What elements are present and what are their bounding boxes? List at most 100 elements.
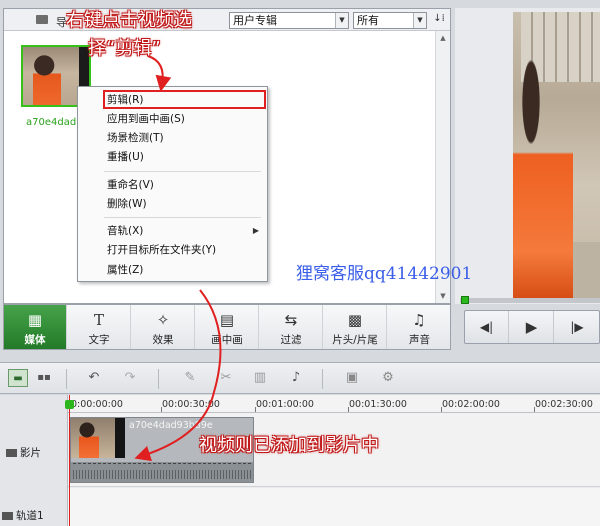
tab-effects[interactable]: ✧ 效果	[132, 305, 195, 349]
tab-text[interactable]: T 文字	[68, 305, 131, 349]
menu-item-rename[interactable]: 重命名(V)	[78, 176, 267, 194]
pip-icon: ▤	[219, 311, 235, 329]
album-select[interactable]: 用户专辑 ▼	[229, 12, 349, 29]
toolbar-separator	[322, 369, 323, 389]
filter-select-value: 所有	[357, 14, 379, 27]
play-button[interactable]: ▶	[510, 311, 554, 343]
ruler-tick	[255, 407, 256, 412]
overlay-track-1[interactable]	[68, 488, 600, 526]
ruler-tick	[348, 407, 349, 412]
dancer-figure	[79, 422, 99, 458]
storyboard-view-icon[interactable]: ▪▪	[34, 369, 54, 387]
menu-item-label: 音轨(X)	[107, 225, 144, 237]
settings-icon[interactable]: ⚙	[378, 369, 398, 387]
clip-thumbnail	[71, 418, 125, 458]
ruler-tick-label: 00:02:00:00	[442, 399, 500, 410]
track-label: 影片	[20, 447, 41, 459]
menu-item-label: 场景检测(T)	[107, 132, 164, 144]
menu-item-audio-track[interactable]: 音轨(X) ▶	[78, 222, 267, 240]
tab-sound[interactable]: ♫ 声音	[388, 305, 451, 349]
time-ruler[interactable]: 0:00:00:00 00:00:30:00 00:01:00:00 00:01…	[68, 395, 600, 413]
next-frame-button[interactable]: |▶	[555, 311, 599, 343]
menu-separator	[104, 217, 261, 218]
tab-pip[interactable]: ▤ 画中画	[196, 305, 259, 349]
preview-progress-handle[interactable]	[461, 296, 469, 304]
clapper-icon: ▩	[347, 311, 363, 329]
instruction-step-2: 视频则已添加到影片中	[199, 435, 379, 456]
magic-wand-icon: ✧	[156, 311, 170, 329]
playhead-line[interactable]	[69, 395, 70, 526]
function-tabs: ▦ 媒体 T 文字 ✧ 效果 ▤ 画中画 ⇆ 过滤 ▩ 片头/片尾 ♫ 声音	[3, 304, 451, 350]
ruler-tick-label: 00:01:30:00	[349, 399, 407, 410]
scroll-up-icon[interactable]: ▲	[436, 31, 450, 45]
thumbnail-dark-edge	[115, 418, 125, 458]
trash-icon[interactable]: ▥	[250, 369, 270, 387]
menu-item-delete[interactable]: 删除(W)	[78, 195, 267, 213]
menu-item-open-folder[interactable]: 打开目标所在文件夹(Y)	[78, 241, 267, 259]
playhead-handle[interactable]	[65, 400, 74, 409]
tab-intro-outro[interactable]: ▩ 片头/片尾	[324, 305, 387, 349]
menu-item-replay[interactable]: 重播(U)	[78, 148, 267, 166]
timeline-toolbar: ▬ ▪▪ ↶ ↷ ✎ ✂ ▥ ♪ ▣ ⚙	[0, 362, 600, 394]
folder-icon[interactable]	[36, 15, 48, 24]
track-label: 轨道1	[16, 510, 44, 522]
menu-item-properties[interactable]: 属性(Z)	[78, 261, 267, 279]
tab-label: 效果	[152, 334, 174, 346]
chevron-down-icon[interactable]: ▼	[413, 13, 426, 28]
dancer-figure	[513, 52, 573, 302]
ruler-tick-label: 00:00:30:00	[162, 399, 220, 410]
microphone-icon[interactable]: ♪	[286, 369, 306, 387]
ruler-tick	[441, 407, 442, 412]
scissors-icon[interactable]: ✂	[216, 369, 236, 387]
track-header-video[interactable]: 影片	[0, 445, 68, 460]
chevron-down-icon[interactable]: ▼	[335, 13, 348, 28]
audio-volume-line	[73, 463, 251, 464]
tab-label: 媒体	[24, 334, 46, 346]
menu-item-label: 重命名(V)	[107, 179, 154, 191]
scroll-down-icon[interactable]: ▼	[436, 289, 450, 303]
instruction-step-1: 右键点击视频选	[66, 10, 192, 31]
menu-item-label: 重播(U)	[107, 151, 144, 163]
menu-item-label: 删除(W)	[107, 198, 147, 210]
undo-icon[interactable]: ↶	[84, 369, 104, 387]
redo-icon[interactable]: ↷	[120, 369, 140, 387]
snapshot-icon[interactable]: ▣	[342, 369, 362, 387]
menu-separator	[104, 171, 261, 172]
text-icon: T	[93, 311, 104, 329]
toolbar-separator	[66, 369, 67, 389]
film-icon: ▦	[27, 311, 43, 329]
track-headers: 影片 轨道1	[0, 395, 68, 526]
clip-name: a70e4dad93b89e	[129, 420, 213, 431]
clip-audio-waveform	[71, 462, 253, 482]
tab-transition[interactable]: ⇆ 过滤	[260, 305, 323, 349]
film-icon	[2, 512, 13, 520]
menu-item-scene-detect[interactable]: 场景检测(T)	[78, 129, 267, 147]
tab-media[interactable]: ▦ 媒体	[4, 305, 67, 349]
ruler-tick-label: 00:01:00:00	[256, 399, 314, 410]
tab-label: 文字	[88, 334, 110, 346]
submenu-arrow-icon: ▶	[252, 226, 259, 235]
menu-item-apply-pip[interactable]: 应用到画中画(S)	[78, 110, 267, 128]
context-menu: 剪辑(R) 应用到画中画(S) 场景检测(T) 重播(U) 重命名(V) 删除(…	[77, 86, 268, 282]
tab-label: 片头/片尾	[332, 334, 378, 346]
album-select-value: 用户专辑	[233, 14, 277, 27]
transition-icon: ⇆	[284, 311, 298, 329]
menu-item-label: 应用到画中画(S)	[107, 113, 185, 125]
tab-label: 画中画	[211, 334, 243, 346]
tab-label: 过滤	[280, 334, 302, 346]
tab-label: 声音	[409, 334, 430, 346]
preview-panel	[455, 8, 600, 304]
waveform	[73, 470, 251, 479]
instruction-step-1-continued: 择“剪辑”	[88, 38, 161, 59]
previous-frame-button[interactable]: ◀|	[465, 311, 509, 343]
sort-icon[interactable]: ↓⁞	[431, 13, 447, 28]
timeline-view-icon[interactable]: ▬	[8, 369, 28, 387]
ruler-tick	[161, 407, 162, 412]
filter-select[interactable]: 所有 ▼	[353, 12, 427, 29]
preview-video[interactable]	[513, 12, 600, 302]
toolbar-separator	[158, 369, 159, 389]
edit-clip-icon[interactable]: ✎	[180, 369, 200, 387]
film-icon	[6, 449, 17, 457]
track-header-track1[interactable]: 轨道1	[0, 508, 68, 523]
preview-progress-track[interactable]	[460, 298, 600, 303]
